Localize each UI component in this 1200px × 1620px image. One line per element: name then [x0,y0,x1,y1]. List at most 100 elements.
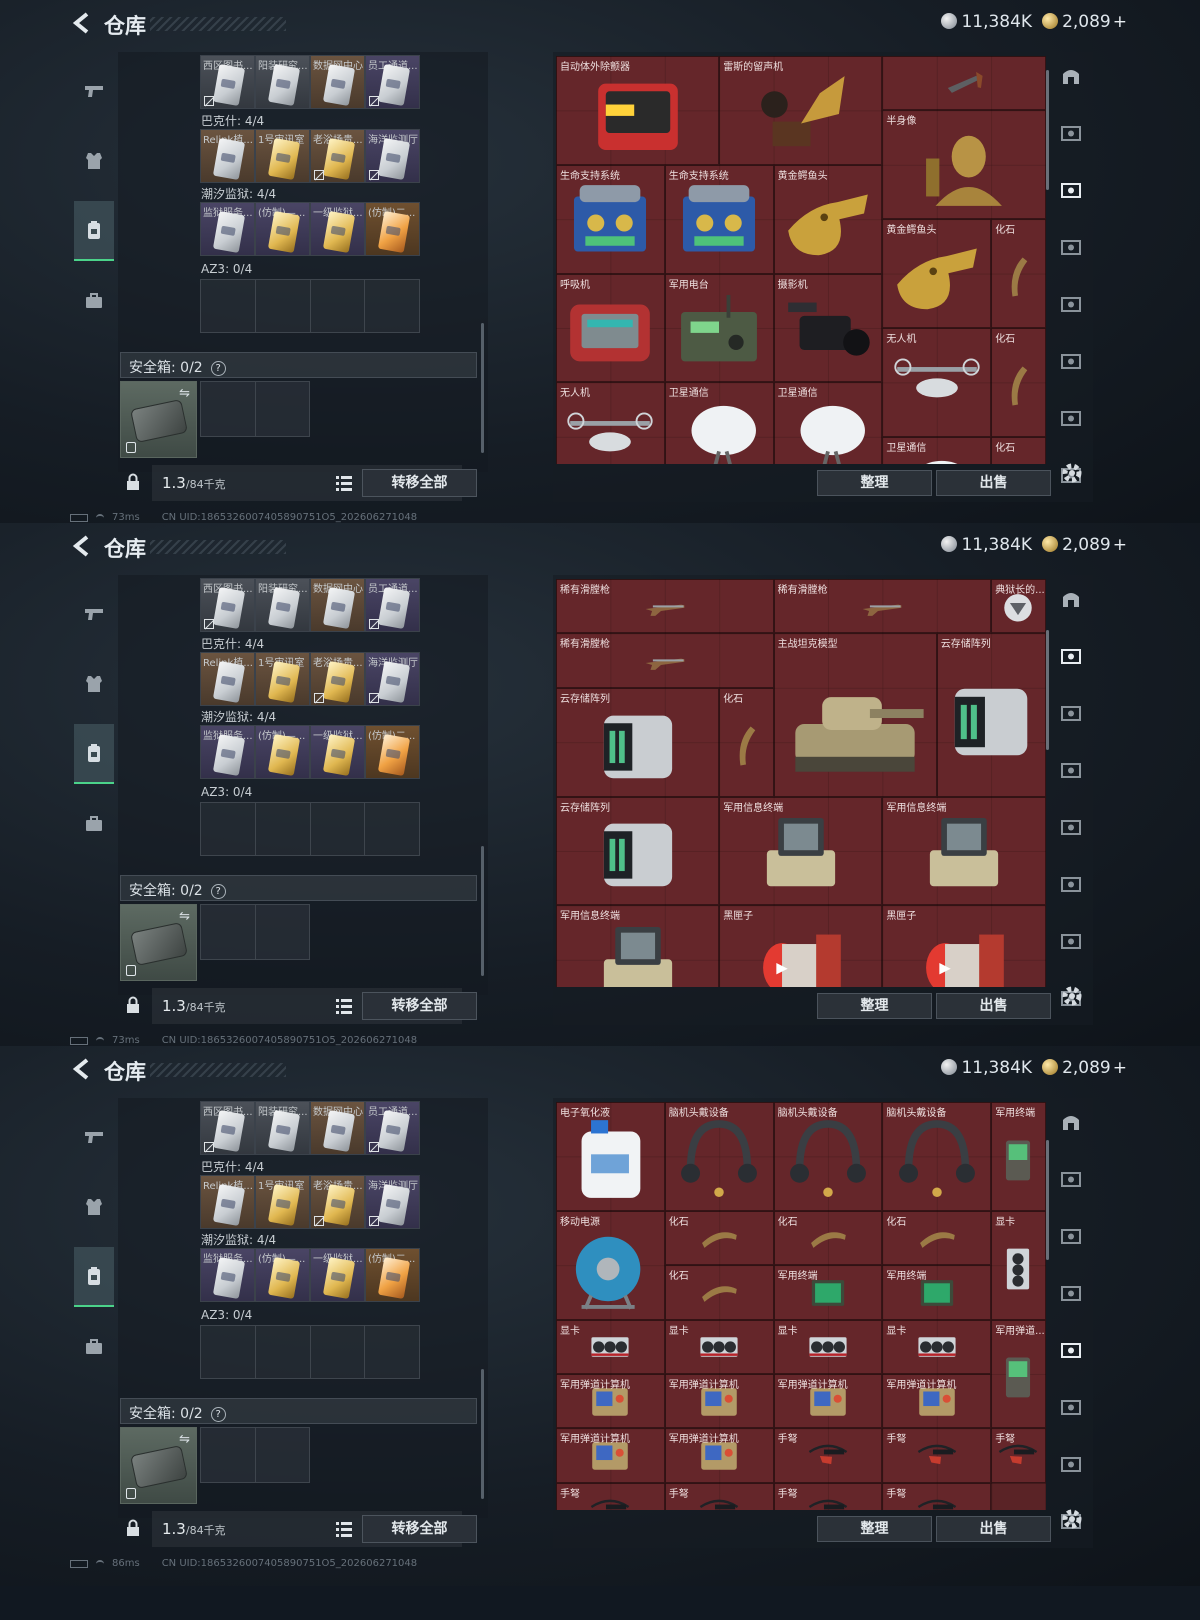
stash-item[interactable]: 黄金鳄鱼头 [773,164,883,274]
keycard-slot[interactable]: 员工通道... [365,1101,420,1155]
stash-item[interactable]: 军用信息终端 [556,905,720,987]
swap-icon[interactable]: ⇋ [179,1432,190,1447]
stash-item[interactable]: 雷斯的留声机 [719,56,883,165]
stash-item[interactable]: 化石 [882,1210,992,1266]
stash-page-4-button[interactable] [1057,813,1085,841]
home-button[interactable] [1057,585,1085,613]
stash-item[interactable]: 卫星通信 [773,382,883,464]
stash-item[interactable]: 脑机头戴设备 [882,1102,992,1211]
keycard-slot[interactable]: 一级监狱... [310,725,365,779]
home-button[interactable] [1057,62,1085,90]
sort-button[interactable]: 整理 [817,993,932,1019]
tab-armor[interactable] [74,131,114,191]
keycard-slot[interactable]: 监狱服务... [200,202,255,256]
stash-item[interactable]: 显卡 [991,1210,1046,1320]
keycard-slot[interactable]: 员工通道... [365,578,420,632]
safe-case-slot[interactable]: ⇋ [120,1427,197,1504]
stash-page-5-button[interactable] [1057,870,1085,898]
keycard-slot[interactable]: 监狱服务... [200,1248,255,1302]
stash-item[interactable]: 军用弹道计算机 [664,1374,774,1429]
az3-empty-slots[interactable] [200,1325,420,1379]
stash-page-1-button[interactable] [1057,1165,1085,1193]
stash-item[interactable]: 稀有滑膛枪 [556,579,774,634]
keycard-slot[interactable]: 西区图书... [200,55,255,109]
stash-item[interactable]: 手弩 [991,1428,1046,1483]
gear-icon[interactable] [1059,1506,1085,1532]
help-icon[interactable]: ? [210,1407,226,1422]
keycard-slot[interactable]: (仿制)二... [365,202,420,256]
transfer-all-button[interactable]: 转移全部 [362,1515,477,1543]
az3-empty-slots[interactable] [200,802,420,856]
stash-item[interactable]: 无人机 [556,382,665,464]
tab-armor[interactable] [74,1177,114,1237]
stash-item[interactable]: 手弩 [664,1482,774,1510]
stash-page-1-button[interactable] [1057,119,1085,147]
gear-icon[interactable] [1059,460,1085,486]
keycard-slot[interactable]: 一级监狱... [310,202,365,256]
keycard-slot[interactable]: 数据网中心... [310,55,365,109]
help-icon[interactable]: ? [210,361,226,376]
swap-icon[interactable]: ⇋ [179,386,190,401]
tab-cases[interactable] [74,1317,114,1377]
transfer-all-button[interactable]: 转移全部 [362,992,477,1020]
stash-item[interactable]: 典狱长的... [991,579,1046,634]
gold-currency[interactable]: 2,089 + [1042,535,1127,555]
stash-item[interactable]: 化石 [773,1210,883,1266]
stash-item[interactable]: 显卡 [882,1319,992,1374]
tab-armor[interactable] [74,654,114,714]
keycard-slot[interactable]: 1号审讯室 [255,652,310,706]
gear-icon[interactable] [1059,983,1085,1009]
stash-page-4-button[interactable] [1057,1336,1085,1364]
stash-item[interactable]: 卫星通信 [882,436,992,464]
az3-empty-slots[interactable] [200,279,420,333]
stash-item[interactable]: 主战坦克模型 [773,633,937,797]
inventory-scrollbar[interactable] [481,846,484,976]
stash-page-2-button[interactable] [1057,176,1085,204]
keycard-slot[interactable]: 西区图书... [200,1101,255,1155]
stash-page-1-button[interactable] [1057,642,1085,670]
keycard-slot[interactable]: (仿制)二... [365,1248,420,1302]
gold-currency[interactable]: 2,089 + [1042,12,1127,32]
gold-currency[interactable]: 2,089 + [1042,1058,1127,1078]
lock-icon[interactable] [126,996,140,1014]
stash-item[interactable]: 军用弹道计算机 [882,1374,992,1429]
sort-button[interactable]: 整理 [817,1516,932,1542]
stash-item[interactable]: 云存储阵列 [556,687,720,797]
keycard-slot[interactable]: Relink植... [200,129,255,183]
stash-item[interactable]: 军用弹道计算机 [556,1374,665,1429]
list-icon[interactable] [334,1519,354,1539]
keycard-slot[interactable]: (仿制)—... [255,202,310,256]
stash-page-5-button[interactable] [1057,347,1085,375]
safe-empty-slots[interactable] [200,381,310,437]
keycard-slot[interactable]: 数据网中心... [310,578,365,632]
stash-item[interactable]: 无人机 [882,328,992,437]
keycard-slot[interactable]: 西区图书... [200,578,255,632]
keycard-slot[interactable]: 老浴场贵... [310,129,365,183]
help-icon[interactable]: ? [210,884,226,899]
stash-item[interactable]: 黑匣子 [882,905,1046,987]
keycard-slot[interactable]: 1号审讯室 [255,1175,310,1229]
home-button[interactable] [1057,1108,1085,1136]
stash-item[interactable]: 手弩 [773,1428,883,1483]
stash-page-6-button[interactable] [1057,927,1085,955]
stash-item[interactable]: 军用电台 [664,273,774,383]
keycard-slot[interactable]: 数据网中心... [310,1101,365,1155]
stash-item[interactable]: 手弩 [882,1482,992,1510]
add-currency-button[interactable]: + [1113,12,1127,32]
stash-item[interactable]: 化石 [991,328,1046,437]
stash-item[interactable]: 黑匣子 [719,905,883,987]
stash-item[interactable]: 稀有滑膛枪 [556,633,774,688]
stash-item[interactable]: 军用弹道计算机 [773,1374,883,1429]
stash-item[interactable]: 手弩 [773,1482,883,1510]
stash-item[interactable]: 军用终端 [882,1265,992,1320]
keycard-slot[interactable]: Relink植... [200,1175,255,1229]
inventory-scrollbar[interactable] [481,323,484,453]
sell-button[interactable]: 出售 [936,993,1051,1019]
stash-item[interactable]: 云存储阵列 [556,796,720,906]
stash-page-3-button[interactable] [1057,1279,1085,1307]
stash-item[interactable]: 脑机头戴设备 [664,1102,774,1211]
stash-item[interactable]: 稀有滑膛枪 [773,579,992,634]
back-arrow-icon[interactable] [72,11,92,35]
keycard-slot[interactable]: 老浴场贵... [310,1175,365,1229]
stash-item[interactable]: 显卡 [773,1319,883,1374]
